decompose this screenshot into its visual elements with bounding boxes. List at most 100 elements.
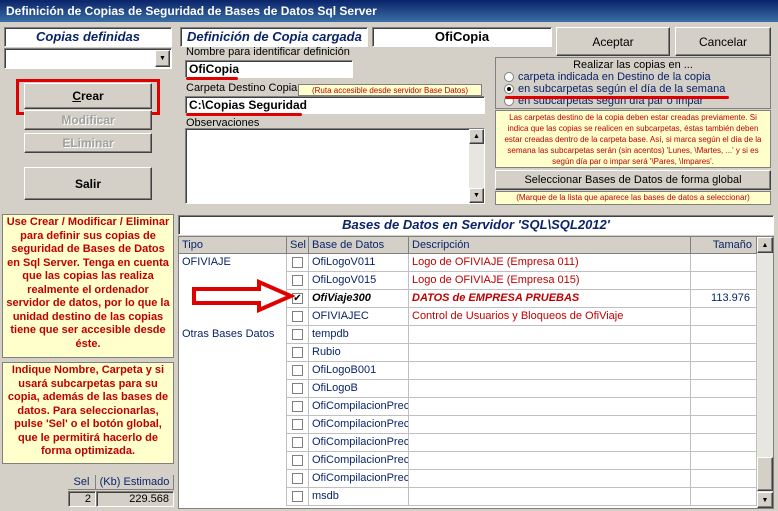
checkbox-icon[interactable] <box>292 473 303 484</box>
cancelar-label: Cancelar <box>698 34 748 49</box>
eliminar-button[interactable]: ELiminar <box>24 133 152 153</box>
chevron-down-icon[interactable]: ▼ <box>155 50 170 67</box>
sel-cell[interactable] <box>287 362 309 380</box>
checkbox-icon[interactable] <box>292 437 303 448</box>
obs-scrollbar[interactable]: ▲ ▼ <box>469 129 484 203</box>
sel-cell[interactable] <box>287 416 309 434</box>
options-title-text: Realizar las copias en ... <box>573 59 693 71</box>
sel-cell[interactable] <box>287 398 309 416</box>
sel-cell[interactable] <box>287 344 309 362</box>
observaciones-textarea[interactable]: ▲ ▼ <box>185 128 485 204</box>
database-name-cell: OfiCompilacionPrec <box>309 434 409 452</box>
size-cell <box>691 308 757 326</box>
folder-input-value: C:\Copias Seguridad <box>189 98 308 112</box>
option-radio-1[interactable]: en subcarpetas según el día de la semana <box>504 83 725 95</box>
radio-dot <box>507 87 511 91</box>
size-cell: 113.976 <box>691 290 757 308</box>
stats-kb-value-text: 229.568 <box>129 493 169 505</box>
modificar-button[interactable]: Modificar <box>24 110 152 130</box>
checkbox-icon[interactable] <box>292 401 303 412</box>
sel-cell[interactable] <box>287 470 309 488</box>
grid-scrollbar[interactable]: ▲ ▼ <box>757 237 773 508</box>
salir-button[interactable]: Salir <box>24 167 152 200</box>
tipo-cell: OFIVIAJE <box>179 254 287 272</box>
grid-scroll-thumb[interactable] <box>757 457 773 491</box>
size-cell <box>691 344 757 362</box>
options-title: Realizar las copias en ... <box>496 59 770 71</box>
options-note: Las carpetas destino de la copia deben e… <box>495 110 771 168</box>
option-underline <box>505 96 729 99</box>
checkbox-icon[interactable] <box>292 491 303 502</box>
folder-hint-text: (Ruta accesible desde servidor Base Dato… <box>311 86 469 95</box>
folder-input[interactable]: C:\Copias Seguridad <box>185 96 485 114</box>
column-header[interactable]: Tipo <box>179 237 287 254</box>
size-cell <box>691 452 757 470</box>
checkbox-icon[interactable] <box>292 347 303 358</box>
modificar-label: Modificar <box>61 113 115 127</box>
description-cell <box>409 488 691 506</box>
folder-hint: (Ruta accesible desde servidor Base Dato… <box>298 84 482 96</box>
table-row[interactable]: OfiLogoB001 <box>179 362 757 380</box>
copias-definidas-header: Copias definidas <box>4 27 172 47</box>
option-radio-0[interactable]: carpeta indicada en Destino de la copia <box>504 71 711 83</box>
table-row[interactable]: OfiCompilacionPrec <box>179 416 757 434</box>
checkbox-icon[interactable] <box>292 257 303 268</box>
table-row[interactable]: Otras Bases Datos tempdb <box>179 326 757 344</box>
grid-title: Bases de Datos en Servidor 'SQL\SQL2012' <box>178 215 774 235</box>
table-row[interactable]: OfiCompilacionPrec <box>179 434 757 452</box>
sel-cell[interactable] <box>287 488 309 506</box>
size-cell <box>691 488 757 506</box>
sel-cell[interactable] <box>287 434 309 452</box>
global-select-button[interactable]: Seleccionar Bases de Datos de forma glob… <box>495 170 771 190</box>
name-input[interactable]: OfiCopia <box>185 60 353 78</box>
crear-button[interactable]: Crear <box>24 83 152 109</box>
scroll-up-icon[interactable]: ▲ <box>469 129 484 144</box>
tipo-cell <box>179 452 287 470</box>
grid-scroll-up-icon[interactable]: ▲ <box>757 237 773 253</box>
sel-cell[interactable] <box>287 452 309 470</box>
tipo-cell: Otras Bases Datos <box>179 326 287 344</box>
checkbox-icon[interactable] <box>292 455 303 466</box>
radio-icon[interactable] <box>504 72 514 82</box>
table-row[interactable]: Rubio <box>179 344 757 362</box>
size-cell <box>691 398 757 416</box>
table-row[interactable]: OfiCompilacionPrec <box>179 470 757 488</box>
grid-scroll-down-icon[interactable]: ▼ <box>757 492 773 508</box>
column-header[interactable]: Tamaño <box>691 237 757 254</box>
database-name-cell: OfiLogoB <box>309 380 409 398</box>
databases-grid[interactable]: Tipo Sel Base de Datos Descripción Tamaño OF… <box>178 236 774 509</box>
info-crear-text: Use Crear / Modificar / Eliminar para de… <box>2 214 174 358</box>
copias-select[interactable]: ▼ <box>4 48 172 69</box>
table-row[interactable]: OfiCompilacionPrec <box>179 452 757 470</box>
size-cell <box>691 380 757 398</box>
table-row[interactable]: OfiLogoB <box>179 380 757 398</box>
stats-sel-header-label: Sel <box>73 476 90 488</box>
checkbox-icon[interactable] <box>292 383 303 394</box>
aceptar-button[interactable]: Aceptar <box>556 27 670 56</box>
info-seleccion-text: Indique Nombre, Carpeta y si usará subca… <box>2 362 174 464</box>
column-header[interactable]: Sel <box>287 237 309 254</box>
checkbox-icon[interactable] <box>292 419 303 430</box>
scroll-down-icon[interactable]: ▼ <box>469 188 484 203</box>
size-cell <box>691 254 757 272</box>
table-row[interactable]: OFIVIAJE OfiLogoV011 Logo de OFIVIAJE (Emp… <box>179 254 757 272</box>
window-title-bar: Definición de Copias de Seguridad de Bas… <box>0 0 778 22</box>
column-header[interactable]: Descripción <box>409 237 691 254</box>
radio-selected-icon[interactable] <box>504 84 514 94</box>
sel-cell[interactable] <box>287 380 309 398</box>
checkbox-icon[interactable] <box>292 365 303 376</box>
database-name-cell: OfiCompilacionPrec <box>309 398 409 416</box>
sel-cell[interactable] <box>287 326 309 344</box>
table-row[interactable]: OfiCompilacionPrec <box>179 398 757 416</box>
size-cell <box>691 362 757 380</box>
checkbox-icon[interactable] <box>292 329 303 340</box>
column-header[interactable]: Base de Datos <box>309 237 409 254</box>
folder-label: Carpeta Destino Copia <box>186 82 297 94</box>
cancelar-button[interactable]: Cancelar <box>675 27 771 56</box>
size-cell <box>691 416 757 434</box>
sel-cell[interactable] <box>287 254 309 272</box>
eliminar-label: ELiminar <box>62 136 114 150</box>
description-cell <box>409 470 691 488</box>
info1-label: Use Crear / Modificar / Eliminar para de… <box>6 216 170 350</box>
table-row[interactable]: msdb <box>179 488 757 506</box>
